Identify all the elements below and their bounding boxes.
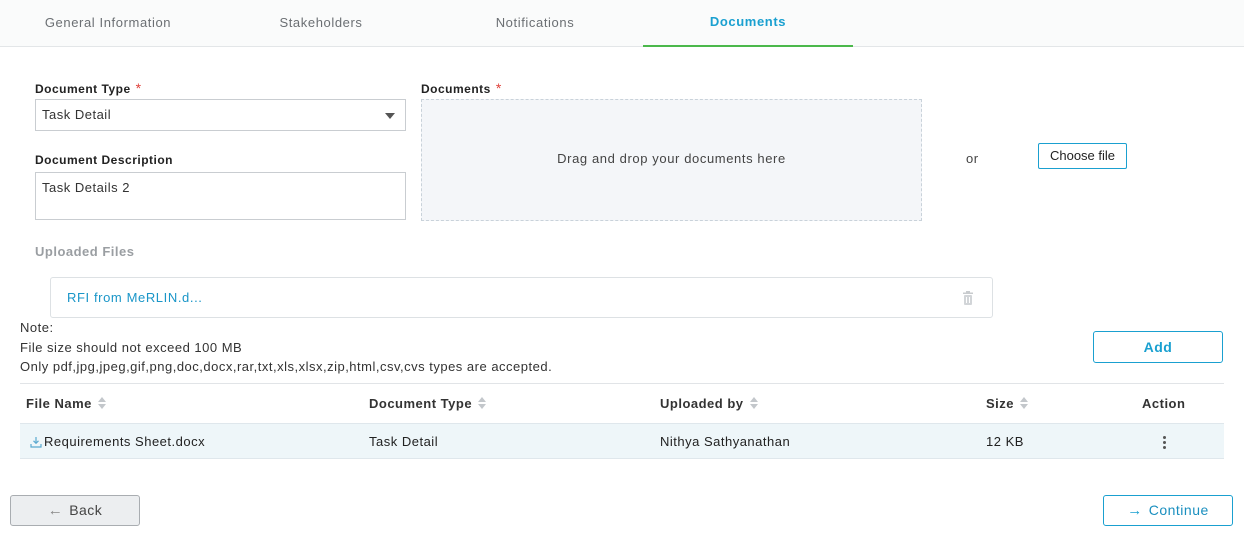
table-row: Requirements Sheet.docx Task Detail Nith… [20, 423, 1224, 459]
arrow-left-icon: ← [47, 502, 64, 519]
more-options-icon[interactable] [1158, 435, 1170, 451]
add-button[interactable]: Add [1093, 331, 1223, 363]
document-type-select[interactable]: Task Detail [35, 99, 406, 131]
header-label: Uploaded by [660, 396, 744, 411]
column-header-document-type[interactable]: Document Type [369, 396, 487, 411]
download-icon[interactable] [30, 436, 42, 448]
cell-size: 12 KB [986, 434, 1024, 449]
note-size-limit: File size should not exceed 100 MB [20, 340, 243, 355]
tab-notifications[interactable]: Notifications [430, 0, 640, 47]
note-accepted-types: Only pdf,jpg,jpeg,gif,png,doc,docx,rar,t… [20, 359, 553, 374]
documents-label: Documents * [421, 80, 502, 96]
uploaded-file-link[interactable]: RFI from MeRLIN.d... [67, 290, 203, 305]
table-header: File Name Document Type Uploaded by Size… [20, 383, 1224, 423]
document-type-label: Document Type * [35, 80, 142, 96]
uploaded-files-title: Uploaded Files [35, 244, 135, 259]
back-button[interactable]: ← Back [10, 495, 140, 526]
document-type-value: Task Detail [42, 107, 112, 122]
continue-button-label: Continue [1148, 502, 1209, 518]
required-mark: * [135, 80, 142, 96]
documents-table: File Name Document Type Uploaded by Size… [20, 383, 1224, 459]
header-label: File Name [26, 396, 92, 411]
continue-button[interactable]: → Continue [1103, 495, 1233, 526]
tab-bar: General Information Stakeholders Notific… [0, 0, 1244, 47]
header-label: Size [986, 396, 1015, 411]
column-header-file-name[interactable]: File Name [26, 396, 106, 411]
sort-icon[interactable] [1020, 397, 1029, 410]
tab-stakeholders[interactable]: Stakeholders [216, 0, 426, 47]
chevron-down-icon [385, 113, 395, 119]
choose-file-button[interactable]: Choose file [1038, 143, 1127, 169]
or-text: or [966, 151, 979, 166]
sort-icon[interactable] [749, 397, 758, 410]
column-header-action: Action [1142, 396, 1186, 411]
tab-documents[interactable]: Documents [643, 0, 853, 47]
arrow-right-icon: → [1127, 502, 1143, 519]
document-dropzone[interactable]: Drag and drop your documents here [421, 99, 922, 221]
document-description-label: Document Description [35, 153, 174, 167]
tab-general-information[interactable]: General Information [0, 0, 216, 47]
document-description-field[interactable]: Task Details 2 [35, 172, 406, 220]
note-heading: Note: [20, 320, 54, 335]
cell-file-name[interactable]: Requirements Sheet.docx [44, 434, 205, 449]
column-header-size[interactable]: Size [986, 396, 1029, 411]
cell-document-type: Task Detail [369, 434, 439, 449]
uploaded-file-item: RFI from MeRLIN.d... [50, 277, 993, 318]
column-header-uploaded-by[interactable]: Uploaded by [660, 396, 758, 411]
back-button-label: Back [69, 502, 103, 518]
header-label: Document Type [369, 396, 473, 411]
required-mark: * [495, 80, 502, 96]
trash-icon[interactable] [962, 291, 974, 305]
cell-uploaded-by: Nithya Sathyanathan [660, 434, 791, 449]
sort-icon[interactable] [97, 397, 106, 410]
documents-label-text: Documents [421, 82, 491, 96]
document-type-label-text: Document Type [35, 82, 131, 96]
sort-icon[interactable] [478, 397, 487, 410]
